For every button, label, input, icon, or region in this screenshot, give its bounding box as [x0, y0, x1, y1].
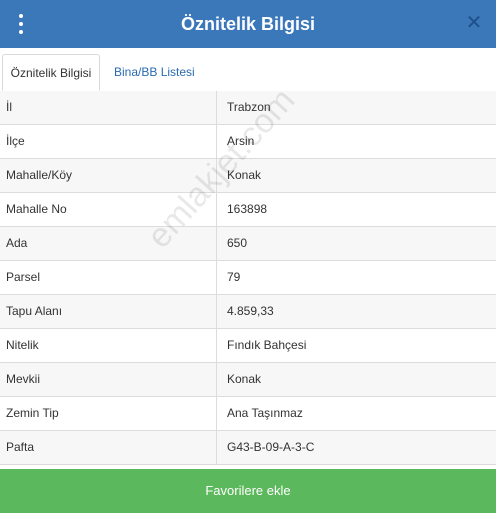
- table-row: Mahalle No 163898: [0, 193, 496, 227]
- row-key: Zemin Tip: [0, 397, 217, 430]
- row-value: Fındık Bahçesi: [227, 338, 307, 352]
- table-row: Ada 650: [0, 227, 496, 261]
- row-key: Mahalle No: [0, 193, 217, 226]
- row-key: Parsel: [0, 261, 217, 294]
- row-key: Pafta: [0, 431, 217, 464]
- row-value: 79: [227, 270, 241, 284]
- tab-bina-bb-listesi[interactable]: Bina/BB Listesi: [104, 54, 205, 91]
- row-key: İlçe: [0, 125, 217, 158]
- add-to-favorites-button[interactable]: Favorilere ekle: [0, 469, 496, 513]
- table-row: Nitelik Fındık Bahçesi: [0, 329, 496, 363]
- row-value: Konak: [227, 168, 262, 182]
- row-key: Nitelik: [0, 329, 217, 362]
- dialog-title: Öznitelik Bilgisi: [180, 14, 316, 34]
- row-value: Arsin: [227, 134, 255, 148]
- row-key: İl: [0, 91, 217, 124]
- row-value: Trabzon: [227, 100, 271, 114]
- dialog-header: Öznitelik Bilgisi ✕: [0, 0, 496, 48]
- table-row: Mahalle/Köy Konak: [0, 159, 496, 193]
- row-key: Mevkii: [0, 363, 217, 396]
- table-row: İl Trabzon: [0, 91, 496, 125]
- attribute-table: İl Trabzon İlçe Arsin Mahalle/Köy Konak …: [0, 91, 496, 465]
- table-row: Mevkii Konak: [0, 363, 496, 397]
- row-value: Ana Taşınmaz: [227, 406, 303, 420]
- row-value: G43-B-09-A-3-C: [227, 440, 315, 454]
- table-row: Pafta G43-B-09-A-3-C: [0, 431, 496, 465]
- tab-oznitelik-bilgisi[interactable]: Öznitelik Bilgisi: [2, 54, 100, 91]
- row-value: Konak: [227, 372, 262, 386]
- row-value: 163898: [227, 202, 268, 216]
- tab-bar: Öznitelik Bilgisi Bina/BB Listesi: [0, 48, 496, 92]
- row-key: Mahalle/Köy: [0, 159, 217, 192]
- table-row: Zemin Tip Ana Taşınmaz: [0, 397, 496, 431]
- table-row: Parsel 79: [0, 261, 496, 295]
- table-row: Tapu Alanı 4.859,33: [0, 295, 496, 329]
- close-icon[interactable]: ✕: [464, 13, 484, 33]
- row-value: 650: [227, 236, 248, 250]
- row-value: 4.859,33: [227, 304, 274, 318]
- row-key: Ada: [0, 227, 217, 260]
- row-key: Tapu Alanı: [0, 295, 217, 328]
- table-row: İlçe Arsin: [0, 125, 496, 159]
